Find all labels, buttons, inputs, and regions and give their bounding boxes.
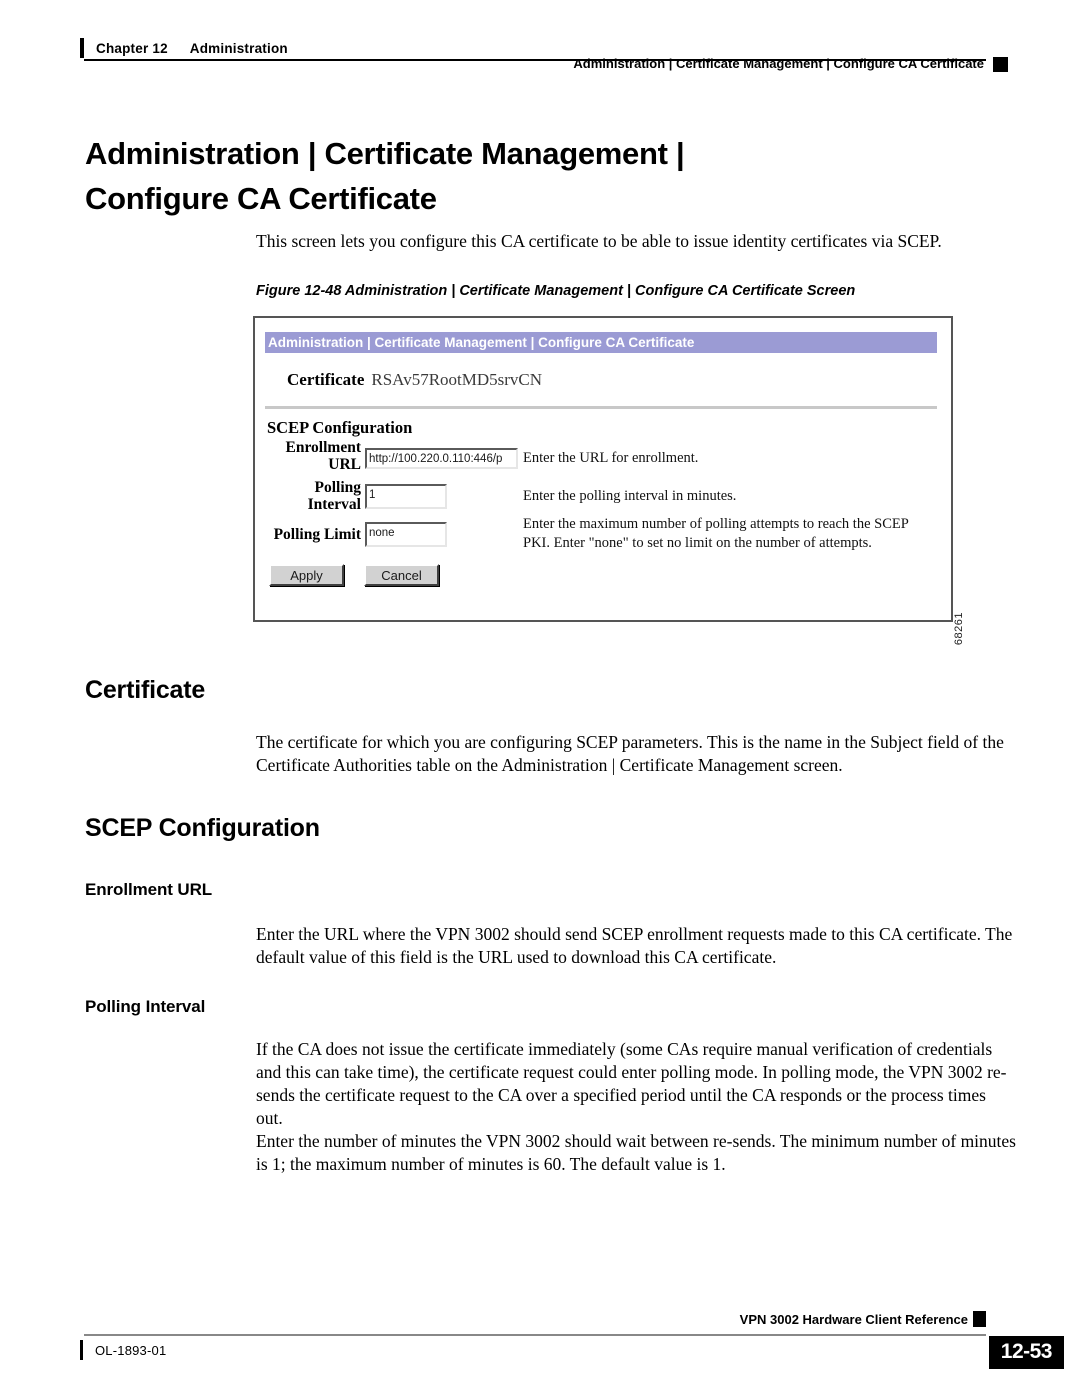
figure-caption: Figure 12-48 Administration | Certificat… (256, 283, 856, 299)
polling-interval-label-line1: Polling (314, 479, 361, 496)
certificate-label: Certificate (287, 370, 365, 389)
chapter-title: Administration (189, 40, 288, 56)
apply-button[interactable]: Apply (269, 564, 344, 586)
paragraph-certificate: The certificate for which you are config… (256, 732, 1004, 775)
intro-paragraph: This screen lets you configure this CA c… (256, 231, 942, 251)
enrollment-url-help: Enter the URL for enrollment. (523, 450, 699, 466)
polling-interval-input[interactable]: 1 (365, 484, 447, 509)
polling-limit-input[interactable]: none (365, 522, 447, 547)
footer-square-marker (973, 1311, 986, 1327)
header-breadcrumb: Administration | Certificate Management … (573, 56, 984, 71)
certificate-value: RSAv57RootMD5srvCN (371, 370, 543, 389)
footer-doc-id: OL-1893-01 (95, 1342, 167, 1358)
button-bar: Apply Cancel (269, 564, 455, 586)
chapter-tick-marker (80, 38, 84, 58)
paragraph-enrollment-url: Enter the URL where the VPN 3002 should … (256, 924, 1013, 967)
heading-enrollment-url: Enrollment URL (85, 880, 213, 899)
enrollment-url-label: Enrollment URL (269, 439, 362, 473)
certificate-row: Certificate RSAv57RootMD5srvCN (287, 370, 542, 390)
section-divider (265, 406, 937, 409)
heading-polling-interval: Polling Interval (85, 997, 206, 1016)
page-title: Administration | Certificate Management … (85, 131, 785, 221)
footer-book-title: VPN 3002 Hardware Client Reference (739, 1312, 968, 1327)
header-square-marker (993, 57, 1008, 72)
chapter-number: Chapter 12 (96, 40, 168, 56)
footer-rule (84, 1334, 986, 1336)
paragraph-polling-interval-1: If the CA does not issue the certificate… (256, 1039, 1007, 1128)
paragraph-polling-interval-2: Enter the number of minutes the VPN 3002… (256, 1131, 1016, 1174)
page-title-line2: Configure CA Certificate (85, 181, 437, 216)
app-titlebar: Administration | Certificate Management … (265, 332, 937, 353)
enrollment-url-label-line1: Enrollment (285, 439, 362, 456)
heading-certificate: Certificate (85, 676, 206, 704)
polling-interval-help: Enter the polling interval in minutes. (523, 488, 737, 504)
polling-interval-label: Polling Interval (269, 479, 361, 513)
page-header: Chapter 12 Administration Administration… (0, 0, 1080, 86)
page-title-line1: Administration | Certificate Management … (85, 136, 685, 171)
footer-tick-marker (80, 1340, 83, 1360)
footer-left: OL-1893-01 (80, 1340, 166, 1360)
enrollment-url-input[interactable]: http://100.220.0.110:446/p (365, 448, 518, 469)
figure-screenshot: Administration | Certificate Management … (253, 316, 965, 645)
polling-limit-help: Enter the maximum number of polling atte… (523, 516, 909, 551)
cancel-button[interactable]: Cancel (364, 564, 439, 586)
heading-scep-configuration: SCEP Configuration (85, 814, 320, 842)
enrollment-url-label-line2: URL (328, 456, 361, 473)
page-number: 12-53 (988, 1336, 1064, 1369)
chapter-bar: Chapter 12 Administration (80, 38, 288, 58)
polling-interval-label-line2: Interval (307, 496, 361, 513)
scep-configuration-heading: SCEP Configuration (267, 418, 413, 437)
figure-id: 68261 (953, 612, 965, 646)
polling-limit-label: Polling Limit (273, 526, 361, 543)
